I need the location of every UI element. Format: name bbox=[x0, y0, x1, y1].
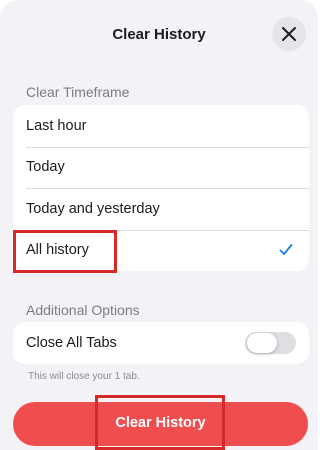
toggle-knob bbox=[247, 333, 277, 353]
close-tabs-footnote: This will close your 1 tab. bbox=[28, 371, 140, 382]
timeframe-option-today[interactable]: Today bbox=[13, 146, 309, 189]
timeframe-option-today-and-yesterday[interactable]: Today and yesterday bbox=[13, 188, 309, 230]
additional-options-section-title: Additional Options bbox=[26, 302, 140, 318]
timeframe-option-last-hour[interactable]: Last hour bbox=[13, 105, 309, 147]
sheet-header: Clear History bbox=[0, 0, 318, 66]
close-icon bbox=[282, 27, 296, 41]
timeframe-option-label: Today bbox=[26, 159, 65, 176]
close-all-tabs-row: Close All Tabs bbox=[13, 322, 309, 364]
sheet-title: Clear History bbox=[112, 26, 206, 43]
timeframe-option-label: Last hour bbox=[26, 117, 87, 134]
close-all-tabs-label: Close All Tabs bbox=[26, 334, 117, 351]
checkmark-icon bbox=[279, 243, 293, 255]
clear-history-sheet: Clear History Clear Timeframe Last hour … bbox=[0, 0, 318, 450]
timeframe-option-label: Today and yesterday bbox=[26, 200, 160, 217]
close-button[interactable] bbox=[272, 17, 306, 51]
annotation-highlight-all-history bbox=[13, 230, 117, 273]
close-all-tabs-toggle[interactable] bbox=[245, 332, 296, 354]
annotation-highlight-clear-button bbox=[95, 395, 225, 450]
additional-options-list: Close All Tabs bbox=[13, 322, 309, 364]
timeframe-section-title: Clear Timeframe bbox=[26, 84, 130, 100]
